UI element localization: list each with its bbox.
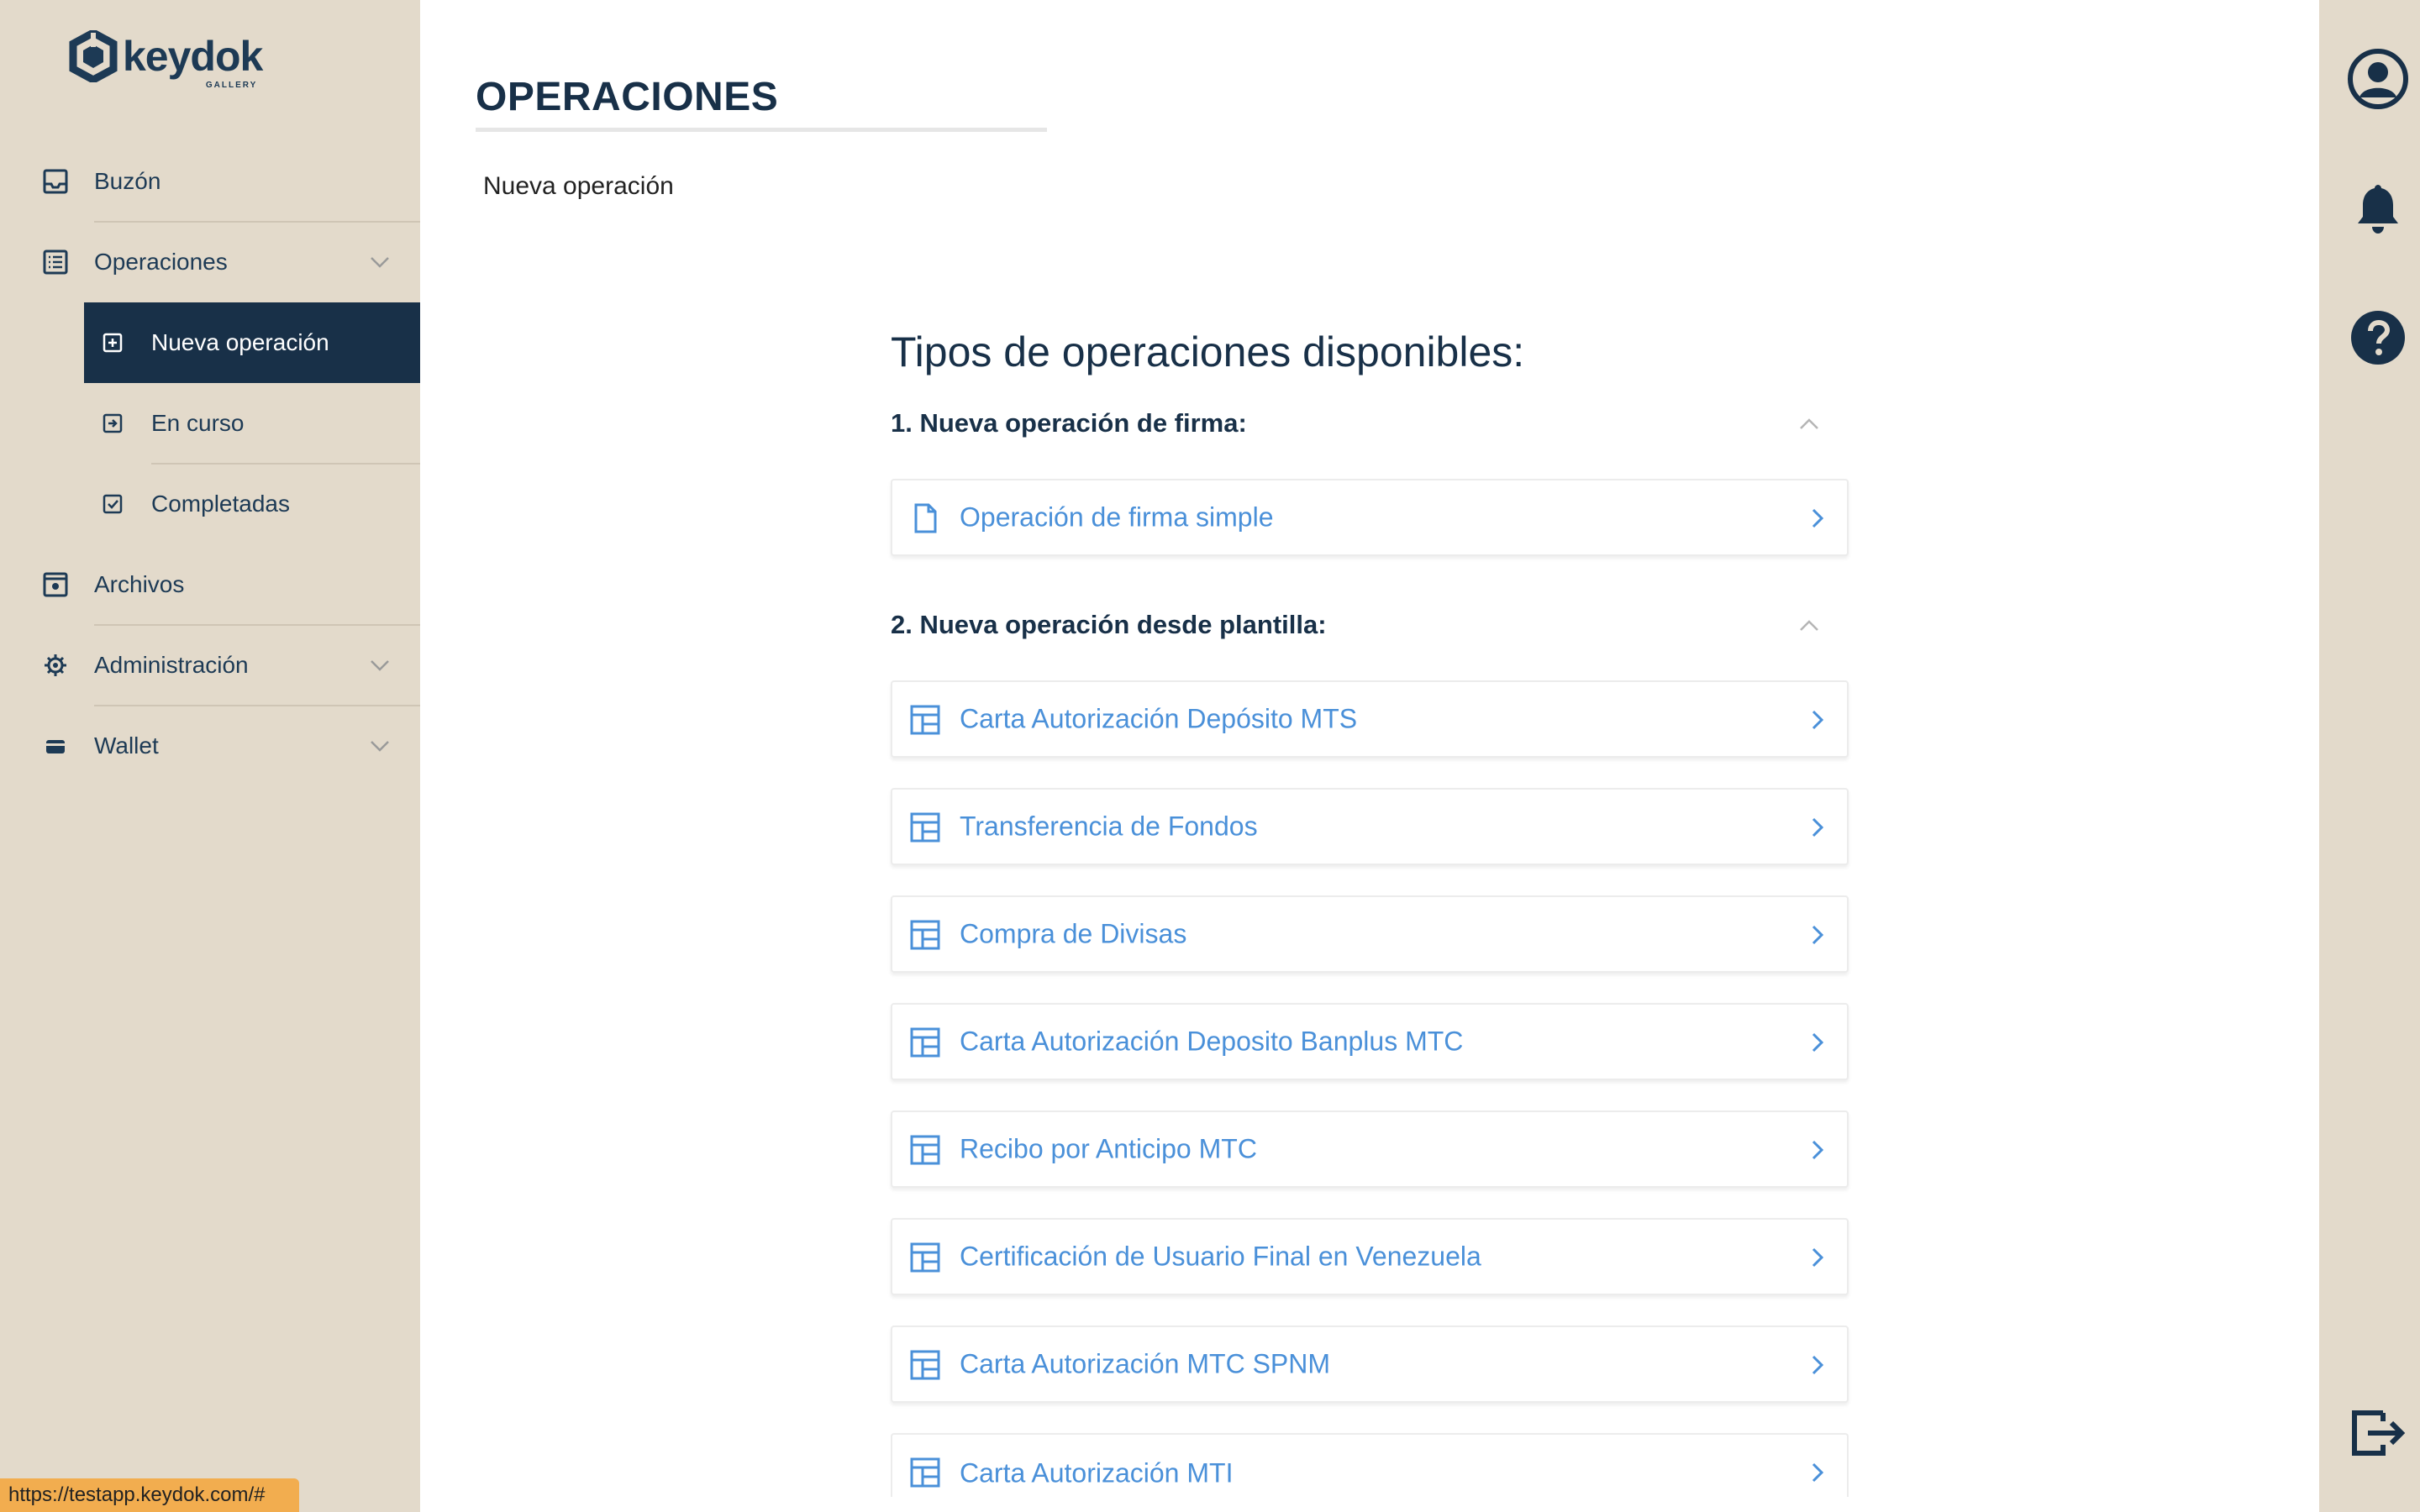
- template-icon: [910, 705, 940, 735]
- chevron-up-icon[interactable]: [1795, 612, 1823, 640]
- user-icon[interactable]: [2346, 47, 2410, 111]
- template-icon: [910, 1457, 940, 1488]
- logo-text: keydok GALLERY: [123, 33, 263, 90]
- template-card[interactable]: Carta Autorización MTC SPNM: [891, 1326, 1849, 1403]
- sidebar-subitem-completadas[interactable]: Completadas: [84, 464, 420, 544]
- chevron-down-icon[interactable]: [367, 733, 392, 759]
- help-icon[interactable]: [2346, 306, 2410, 370]
- template-card[interactable]: Compra de Divisas: [891, 895, 1849, 973]
- template-icon: [910, 1135, 940, 1165]
- template-card[interactable]: Carta Autorización Depósito MTS: [891, 680, 1849, 758]
- template-card[interactable]: Carta Autorización MTI: [891, 1433, 1849, 1497]
- template-label: Carta Autorización Depósito MTS: [960, 703, 1358, 734]
- keydok-logo-mark-icon: [69, 30, 118, 82]
- sidebar-item-administracion[interactable]: Administración: [0, 625, 420, 706]
- template-card[interactable]: Certificación de Usuario Final en Venezu…: [891, 1218, 1849, 1295]
- chevron-down-icon[interactable]: [367, 653, 392, 678]
- chevron-down-icon[interactable]: [367, 249, 392, 275]
- list-icon: [43, 249, 68, 275]
- inbox-icon: [43, 169, 68, 194]
- status-bar-url: https://testapp.keydok.com/#: [0, 1478, 299, 1512]
- template-icon: [910, 1242, 940, 1273]
- check-box-icon: [103, 494, 123, 514]
- template-label: Compra de Divisas: [960, 918, 1187, 949]
- chevron-right-icon: [1812, 1140, 1824, 1160]
- breadcrumb: Nueva operación: [483, 172, 674, 200]
- gear-icon: [45, 654, 66, 676]
- template-icon: [910, 920, 940, 950]
- operation-card[interactable]: Operación de firma simple: [891, 479, 1849, 556]
- document-icon: [914, 503, 937, 533]
- chevron-right-icon: [1812, 1247, 1824, 1268]
- group-title-plantilla: 2. Nueva operación desde plantilla:: [891, 610, 1327, 639]
- chevron-right-icon: [1812, 925, 1824, 945]
- template-card[interactable]: Carta Autorización Deposito Banplus MTC: [891, 1003, 1849, 1080]
- brand-name: keydok: [123, 33, 263, 80]
- arrow-in-box-icon: [103, 413, 123, 433]
- sidebar-item-buzon[interactable]: Buzón: [0, 141, 420, 222]
- plus-box-icon: [103, 333, 123, 353]
- wallet-icon: [46, 740, 65, 753]
- chevron-right-icon: [1812, 1355, 1824, 1375]
- keydok-logo[interactable]: keydok GALLERY: [69, 30, 263, 90]
- sidebar-item-archivos[interactable]: Archivos: [0, 544, 420, 625]
- sidebar-item-label: Wallet: [94, 732, 159, 759]
- sidebar-subitem-label: En curso: [151, 410, 245, 436]
- section-heading: Tipos de operaciones disponibles:: [891, 328, 1525, 375]
- chevron-right-icon: [1812, 710, 1824, 730]
- template-label: Certificación de Usuario Final en Venezu…: [960, 1241, 1481, 1272]
- sidebar-item-label: Operaciones: [94, 249, 228, 275]
- template-label: Recibo por Anticipo MTC: [960, 1133, 1257, 1164]
- template-icon: [910, 1350, 940, 1380]
- template-card[interactable]: Transferencia de Fondos: [891, 788, 1849, 865]
- bell-icon[interactable]: [2346, 178, 2410, 242]
- template-icon: [910, 812, 940, 843]
- sidebar-item-wallet[interactable]: Wallet: [0, 706, 420, 786]
- title-underline: [476, 128, 1047, 132]
- chevron-right-icon: [1812, 508, 1824, 528]
- template-icon: [910, 1027, 940, 1058]
- sidebar-subitem-nueva-operacion[interactable]: Nueva operación: [84, 302, 420, 383]
- page-title: OPERACIONES: [476, 75, 779, 119]
- sidebar-item-label: Archivos: [94, 571, 185, 597]
- logout-icon[interactable]: [2346, 1401, 2410, 1465]
- template-label: Transferencia de Fondos: [960, 811, 1258, 842]
- sidebar-item-operaciones[interactable]: Operaciones: [0, 222, 420, 302]
- chevron-right-icon: [1812, 817, 1824, 837]
- template-label: Carta Autorización MTC SPNM: [960, 1348, 1331, 1379]
- brand-tagline: GALLERY: [205, 81, 258, 90]
- template-card[interactable]: Recibo por Anticipo MTC: [891, 1110, 1849, 1188]
- operation-label: Operación de firma simple: [960, 501, 1274, 533]
- template-label: Carta Autorización MTI: [960, 1457, 1234, 1488]
- chevron-up-icon[interactable]: [1795, 410, 1823, 438]
- sidebar-subitem-label: Nueva operación: [151, 329, 329, 355]
- group-title-firma: 1. Nueva operación de firma:: [891, 408, 1247, 438]
- template-label: Carta Autorización Deposito Banplus MTC: [960, 1026, 1464, 1057]
- chevron-right-icon: [1812, 1032, 1824, 1053]
- sidebar: keydok GALLERY Buzón Operaciones Nueva o…: [0, 0, 420, 1512]
- right-rail: [2319, 0, 2420, 1512]
- sidebar-subitem-en-curso[interactable]: En curso: [84, 383, 420, 464]
- chevron-right-icon: [1812, 1462, 1824, 1483]
- sidebar-subitem-label: Completadas: [151, 491, 290, 517]
- sidebar-item-label: Buzón: [94, 168, 161, 194]
- archive-icon: [43, 572, 68, 597]
- sidebar-item-label: Administración: [94, 652, 249, 678]
